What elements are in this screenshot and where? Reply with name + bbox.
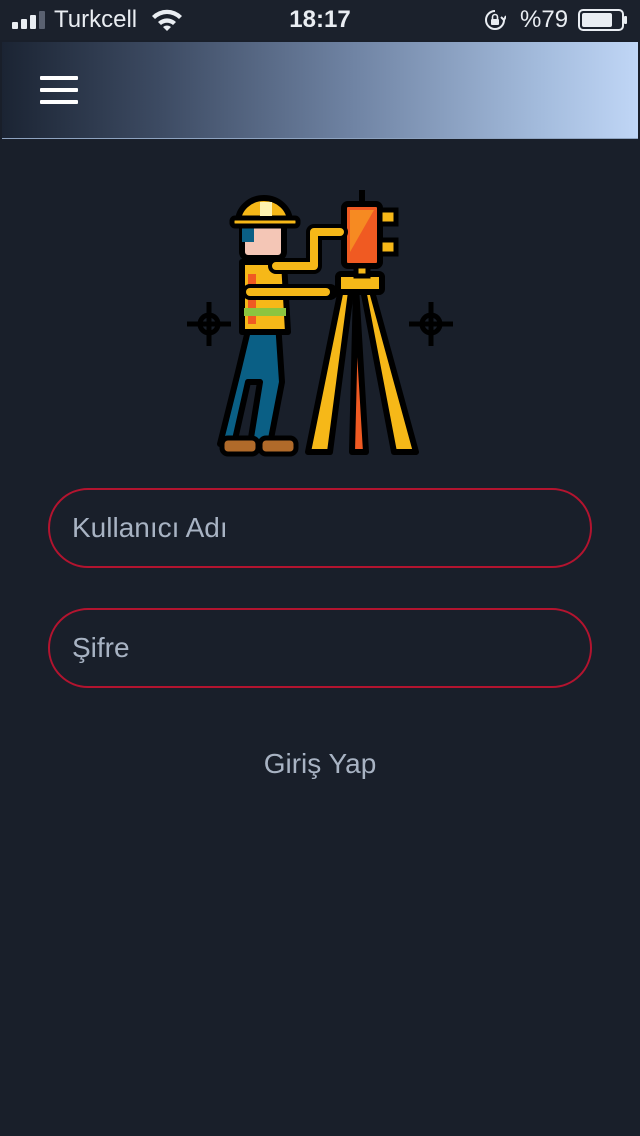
- battery-percentage: %79: [520, 6, 569, 33]
- orientation-lock-icon: [485, 10, 506, 30]
- battery-icon: [578, 9, 627, 31]
- left-crosshair-icon: [187, 302, 231, 346]
- login-button[interactable]: Giriş Yap: [0, 744, 640, 784]
- hamburger-menu-icon[interactable]: [40, 76, 80, 106]
- app-header: [2, 42, 638, 139]
- username-input[interactable]: [48, 488, 592, 568]
- right-crosshair-icon: [409, 302, 453, 346]
- surveyor-with-theodolite-illustration: [187, 190, 453, 457]
- password-input[interactable]: [48, 608, 592, 688]
- status-bar: Turkcell 18:17 %79: [0, 0, 640, 40]
